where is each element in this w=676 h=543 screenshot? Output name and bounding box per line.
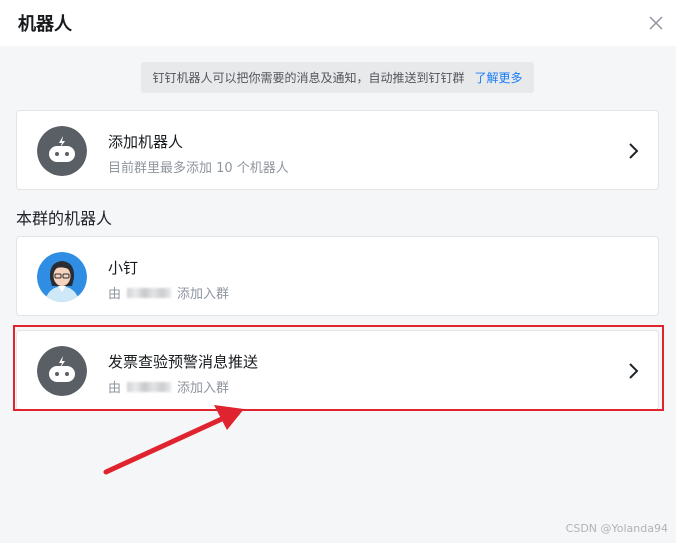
- robot-item-xiaoding[interactable]: 小钉 由 添加入群: [16, 236, 659, 316]
- robot-added-by: 由 添加入群: [108, 287, 230, 302]
- add-robot-card[interactable]: 添加机器人 目前群里最多添加 10 个机器人: [16, 110, 659, 190]
- chevron-right-icon[interactable]: [628, 361, 640, 381]
- robot-item-invoice-alert[interactable]: 发票查验预警消息推送 由 添加入群: [16, 330, 659, 410]
- info-notice: 钉钉机器人可以把你需要的消息及通知，自动推送到钉钉群 了解更多: [141, 62, 534, 93]
- learn-more-link[interactable]: 了解更多: [475, 69, 523, 86]
- close-icon[interactable]: [646, 13, 666, 33]
- redacted-username: [127, 287, 172, 298]
- dialog-header: 机器人: [0, 0, 676, 46]
- chevron-right-icon[interactable]: [628, 141, 640, 161]
- add-robot-subtitle: 目前群里最多添加 10 个机器人: [108, 161, 289, 176]
- watermark: CSDN @Yolanda94: [565, 522, 668, 535]
- person-avatar: [37, 252, 87, 302]
- dialog-title: 机器人: [18, 14, 72, 35]
- robot-name: 发票查验预警消息推送: [108, 353, 259, 371]
- section-title: 本群的机器人: [16, 209, 113, 228]
- robot-icon: [37, 126, 87, 176]
- robot-added-by: 由 添加入群: [108, 381, 230, 396]
- robot-name: 小钉: [108, 259, 139, 277]
- add-robot-title: 添加机器人: [108, 133, 184, 151]
- notice-text: 钉钉机器人可以把你需要的消息及通知，自动推送到钉钉群: [152, 71, 465, 85]
- robot-icon: [37, 346, 87, 396]
- redacted-username: [127, 381, 172, 392]
